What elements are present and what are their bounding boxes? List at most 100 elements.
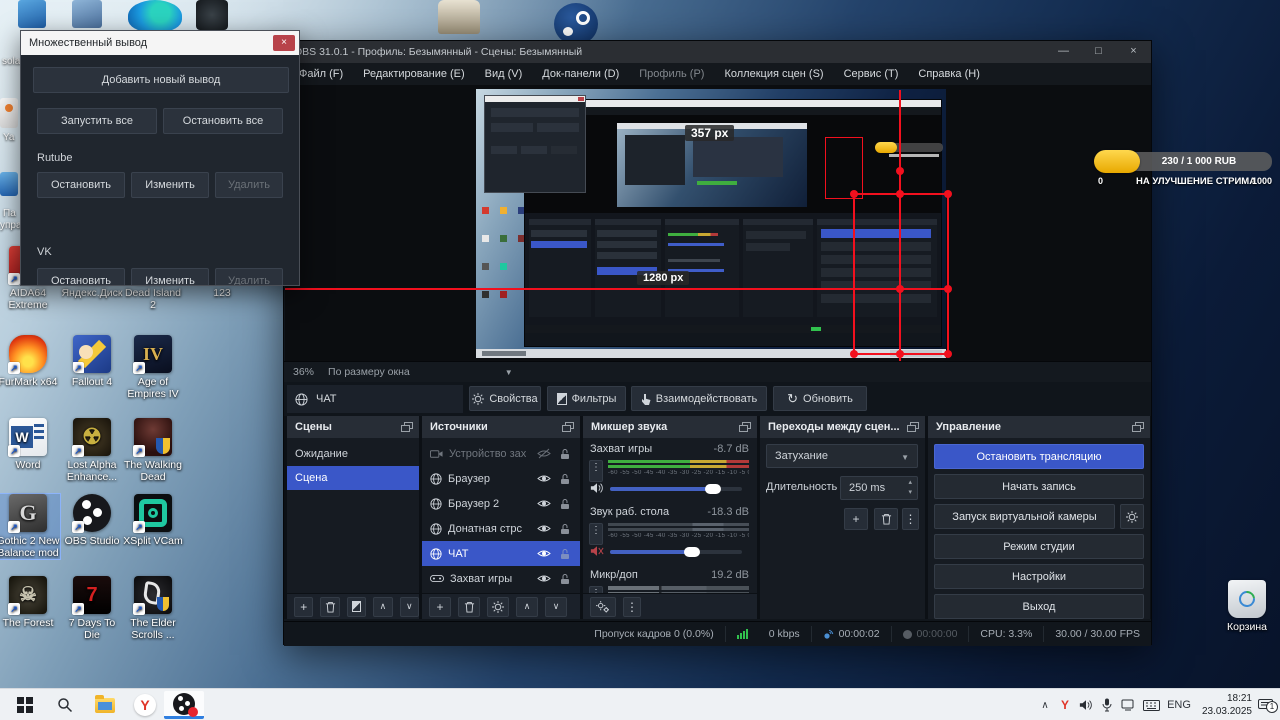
desktop-icon-age-of-empires-iv[interactable]: IV ↗ Age of Empires IV xyxy=(121,335,185,400)
controls-header[interactable]: Управление xyxy=(928,416,1150,438)
desktop-icon-recycle-bin[interactable]: Корзина xyxy=(1215,580,1279,633)
mixer-channel-menu-button[interactable]: ⋮ xyxy=(589,460,603,482)
menu-scene-collection[interactable]: Коллекция сцен (S) xyxy=(715,63,832,85)
lock-icon[interactable] xyxy=(560,573,570,585)
tray-volume-icon[interactable] xyxy=(1076,695,1096,715)
virtual-camera-settings-button[interactable] xyxy=(1120,504,1144,529)
lock-icon[interactable] xyxy=(560,448,570,460)
menu-view[interactable]: Вид (V) xyxy=(476,63,532,85)
zoom-fit-label[interactable]: По размеру окна xyxy=(328,366,410,378)
desktop-icon-obs-studio[interactable]: ↗ OBS Studio xyxy=(60,494,124,547)
selection-rect-left[interactable] xyxy=(853,193,855,355)
duration-spinbox[interactable]: 250 ms ▴ ▾ xyxy=(840,476,918,500)
source-item[interactable]: Устройство зах xyxy=(422,441,580,466)
speaker-muted-icon[interactable] xyxy=(590,545,604,557)
eye-icon[interactable] xyxy=(537,573,551,584)
start-all-button[interactable]: Запустить все xyxy=(37,108,157,134)
partial-desktop-icon[interactable] xyxy=(0,172,18,196)
lock-icon[interactable] xyxy=(560,473,570,485)
properties-button[interactable]: Свойства xyxy=(469,386,541,411)
menu-help[interactable]: Справка (H) xyxy=(909,63,988,85)
menu-edit[interactable]: Редактирование (E) xyxy=(354,63,474,85)
rutube-edit-button[interactable]: Изменить xyxy=(131,172,209,198)
sources-header[interactable]: Источники xyxy=(422,416,580,438)
transition-select[interactable]: Затухание ▼ xyxy=(766,444,918,468)
selection-handle[interactable] xyxy=(850,190,858,198)
scenes-header[interactable]: Сцены xyxy=(287,416,419,438)
zoom-dropdown-caret-icon[interactable]: ▼ xyxy=(505,368,513,377)
desktop-icon-gothic-2[interactable]: G ↗ Gothic 2 New Balance mod xyxy=(0,493,61,560)
settings-button[interactable]: Настройки xyxy=(934,564,1144,589)
eye-icon[interactable] xyxy=(537,498,551,509)
obs-taskbar-button[interactable] xyxy=(164,691,204,719)
desktop-icon-walking-dead[interactable]: ↗ The Walking Dead xyxy=(121,418,185,483)
source-item[interactable]: Донатная стрс xyxy=(422,516,580,541)
minimize-button[interactable]: — xyxy=(1046,41,1081,63)
menu-tools[interactable]: Сервис (T) xyxy=(835,63,908,85)
tray-clock[interactable]: 18:21 23.03.2025 xyxy=(1196,692,1252,717)
partial-desktop-icon[interactable] xyxy=(128,0,182,32)
popout-icon[interactable] xyxy=(739,422,751,432)
horse-desktop-icon[interactable] xyxy=(438,0,480,34)
selection-handle[interactable] xyxy=(850,350,858,358)
spin-down-icon[interactable]: ▾ xyxy=(908,489,912,496)
menu-profile[interactable]: Профиль (P) xyxy=(630,63,713,85)
selection-handle[interactable] xyxy=(944,350,952,358)
desktop-icon-the-forest[interactable]: ☠ ↗ The Forest xyxy=(0,576,60,629)
selection-handle[interactable] xyxy=(896,167,904,175)
dialog-close-button[interactable]: × xyxy=(273,35,295,51)
tray-keyboard-icon[interactable] xyxy=(1140,695,1162,715)
search-button[interactable] xyxy=(48,691,82,719)
desktop-icon-furmark[interactable]: ↗ FurMark x64 xyxy=(0,335,60,388)
source-item[interactable]: Браузер 2 xyxy=(422,491,580,516)
lock-icon[interactable] xyxy=(560,498,570,510)
transition-menu-button[interactable]: ⋮ xyxy=(902,508,919,530)
interact-button[interactable]: Взаимодействовать xyxy=(631,386,767,411)
partial-desktop-icon[interactable] xyxy=(18,0,46,28)
transitions-header[interactable]: Переходы между сцен... xyxy=(760,416,925,438)
desktop-icon-xsplit-vcam[interactable]: ↗ XSplit VCam xyxy=(121,494,185,547)
start-recording-button[interactable]: Начать запись xyxy=(934,474,1144,499)
studio-mode-button[interactable]: Режим студии xyxy=(934,534,1144,559)
eye-off-icon[interactable] xyxy=(537,448,551,459)
partial-desktop-icon[interactable] xyxy=(196,0,228,30)
partial-desktop-icon[interactable] xyxy=(0,98,18,128)
popout-icon[interactable] xyxy=(1132,422,1144,432)
exit-button[interactable]: Выход xyxy=(934,594,1144,619)
chat-dock[interactable]: ЧАТ xyxy=(287,385,463,413)
lock-icon[interactable] xyxy=(560,523,570,535)
desktop-icon-7-days-to-die[interactable]: 7 ↗ 7 Days To Die xyxy=(60,576,124,641)
tray-expand-button[interactable]: ∧ xyxy=(1036,695,1054,715)
scene-filters-button[interactable] xyxy=(346,596,367,617)
desktop-icon-lost-alpha[interactable]: ☢ ↗ Lost Alpha Enhance... xyxy=(60,418,124,483)
mixer-settings-button[interactable] xyxy=(590,596,616,617)
source-item-selected[interactable]: ЧАТ xyxy=(422,541,580,566)
partial-desktop-icon[interactable] xyxy=(72,0,102,28)
rutube-delete-button[interactable]: Удалить xyxy=(215,172,283,198)
scene-item[interactable]: Ожидание xyxy=(287,442,419,466)
source-up-button[interactable]: ∧ xyxy=(516,596,538,617)
scene-down-button[interactable]: ∨ xyxy=(399,596,420,617)
speaker-icon[interactable] xyxy=(590,482,604,494)
filters-button[interactable]: Фильтры xyxy=(547,386,626,411)
refresh-button[interactable]: ↻ Обновить xyxy=(773,386,867,411)
popout-icon[interactable] xyxy=(907,422,919,432)
scene-item-selected[interactable]: Сцена xyxy=(287,466,419,490)
obs-preview-canvas[interactable]: 357 px 1280 px xyxy=(285,85,1151,361)
stop-streaming-button[interactable]: Остановить трансляцию xyxy=(934,444,1144,469)
scene-up-button[interactable]: ∧ xyxy=(373,596,393,617)
volume-slider[interactable] xyxy=(610,547,742,557)
popout-icon[interactable] xyxy=(562,422,574,432)
volume-slider[interactable] xyxy=(610,484,742,494)
vk-edit-button[interactable]: Изменить xyxy=(131,268,209,285)
selection-horizontal-line[interactable] xyxy=(285,288,948,290)
obs-titlebar[interactable]: OBS 31.0.1 - Профиль: Безымянный - Сцены… xyxy=(284,41,1151,63)
source-item[interactable]: Браузер xyxy=(422,466,580,491)
selection-handle[interactable] xyxy=(896,285,904,293)
remove-source-button[interactable] xyxy=(458,596,480,617)
rutube-stop-button[interactable]: Остановить xyxy=(37,172,125,198)
mixer-header[interactable]: Микшер звука xyxy=(583,416,757,438)
remove-transition-button[interactable] xyxy=(874,508,898,530)
mixer-menu-button[interactable]: ⋮ xyxy=(623,596,641,617)
yandex-browser-button[interactable]: Y xyxy=(128,691,162,719)
